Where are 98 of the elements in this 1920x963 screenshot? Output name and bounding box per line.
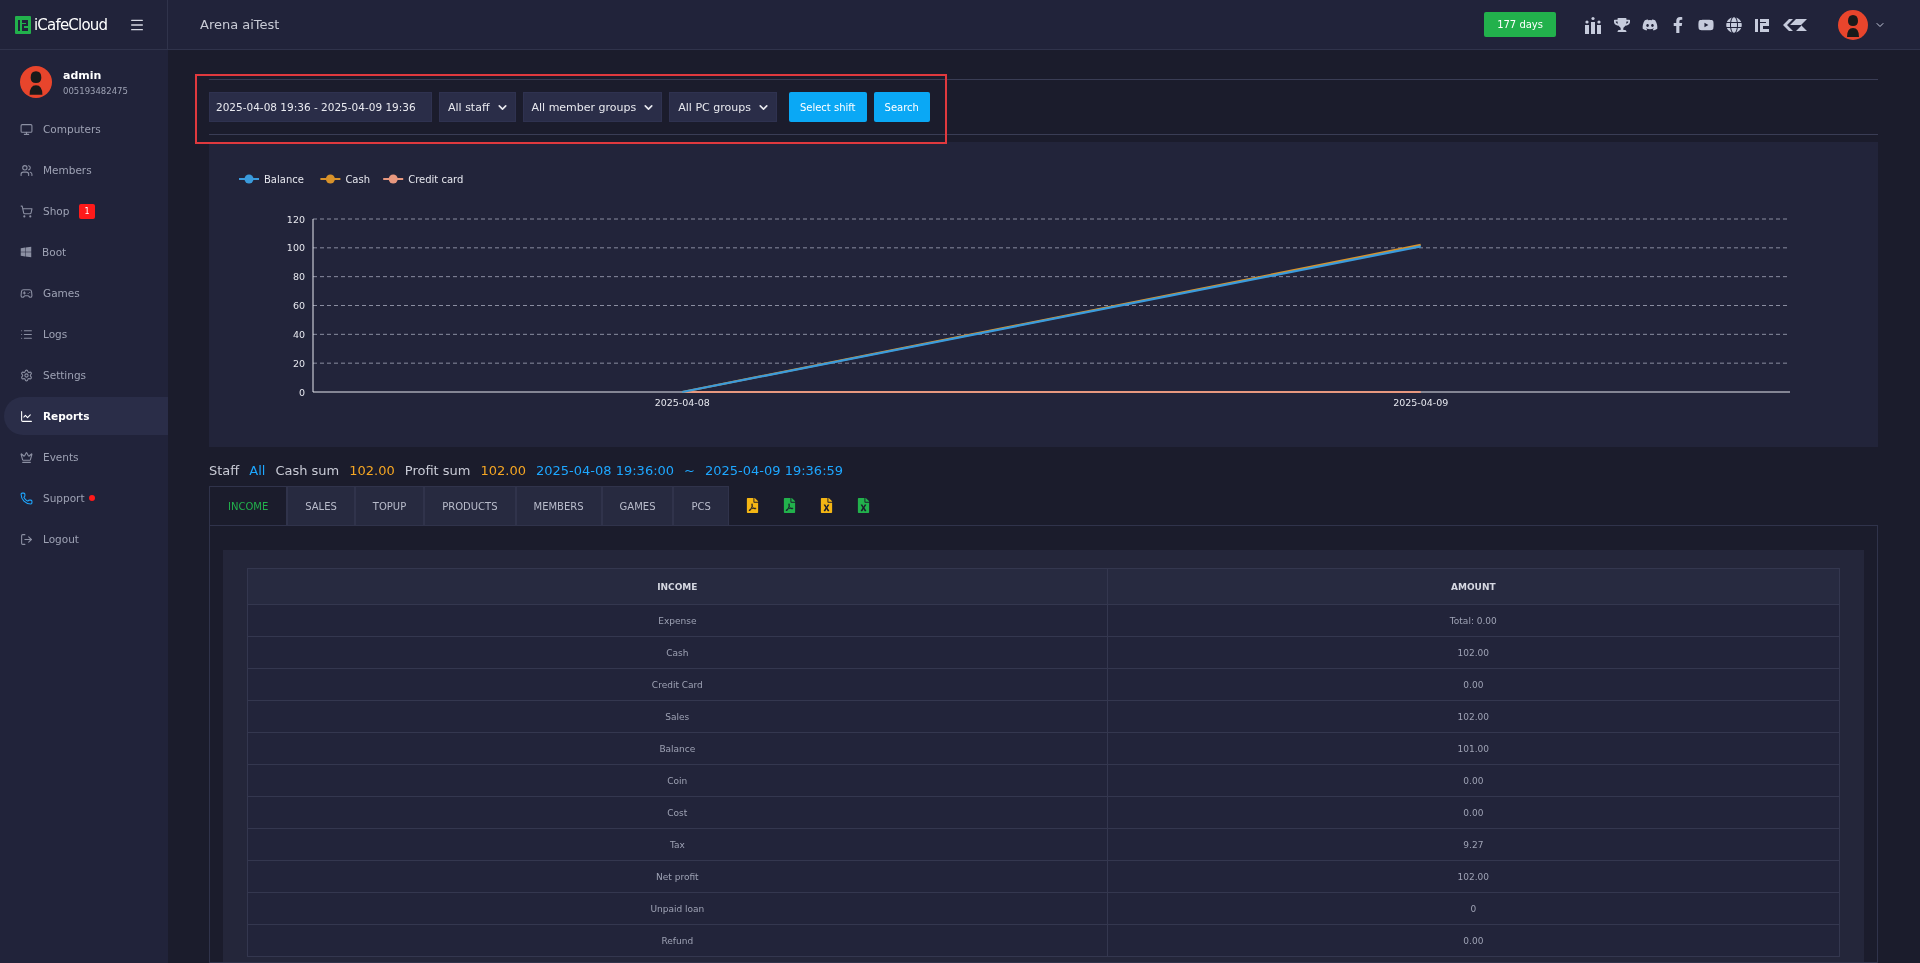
- report-tab[interactable]: TOPUP: [354, 486, 425, 525]
- sidebar-item[interactable]: Support: [4, 479, 168, 517]
- report-tab[interactable]: PRODUCTS: [424, 486, 516, 525]
- globe-icon[interactable]: [1726, 16, 1742, 33]
- pdf-icon[interactable]: [781, 498, 797, 513]
- y-tick-label: 100: [286, 242, 305, 254]
- table-cell: Cost: [247, 796, 1108, 829]
- sidebar-item[interactable]: Reports: [4, 397, 168, 435]
- license-badge: 177 days: [1484, 12, 1556, 37]
- date-range-field[interactable]: 2025-04-08 19:36 - 2025-04-09 19:36: [209, 92, 432, 122]
- report-tab[interactable]: INCOME: [209, 486, 288, 525]
- nav-icon: [20, 409, 33, 423]
- y-tick-label: 0: [298, 386, 305, 398]
- legend-label: Credit card: [408, 174, 464, 185]
- table-cell: 0.00: [1107, 924, 1840, 957]
- chevrons-icon[interactable]: [1782, 17, 1808, 32]
- user-id: 005193482475: [63, 85, 128, 96]
- y-tick-label: 120: [286, 213, 305, 225]
- table-cell: 102.00: [1107, 636, 1840, 669]
- table-cell: 0.00: [1107, 764, 1840, 797]
- legend-label: Balance: [264, 174, 304, 185]
- nav-icon: [20, 368, 33, 382]
- sidebar-item[interactable]: Events: [4, 438, 168, 476]
- report-tab[interactable]: MEMBERS: [515, 486, 602, 525]
- table-cell: Total: 0.00: [1107, 604, 1840, 637]
- y-tick-label: 80: [292, 271, 305, 283]
- logo-icon[interactable]: [1754, 16, 1770, 33]
- filter-dropdown[interactable]: All PC groups: [669, 92, 777, 122]
- table-cell: Unpaid loan: [247, 892, 1108, 925]
- table-cell: Tax: [247, 828, 1108, 861]
- count-badge: 1: [79, 203, 95, 219]
- table-cell: Cash: [247, 636, 1108, 669]
- sidebar-item[interactable]: Computers: [4, 110, 168, 148]
- page-title: Arena aiTest: [200, 17, 281, 32]
- table-cell: 101.00: [1107, 732, 1840, 765]
- table-cell: 102.00: [1107, 860, 1840, 893]
- avatar-icon: [1838, 9, 1868, 40]
- legend-label: Cash: [345, 174, 371, 185]
- summary-value: 102.00: [349, 463, 395, 478]
- sidebar-item[interactable]: Logout: [4, 520, 168, 558]
- column-header: INCOME: [247, 568, 1108, 605]
- table-cell: Expense: [247, 604, 1108, 637]
- x-tick-label: 2025-04-08: [654, 397, 710, 408]
- table-cell: 0.00: [1107, 668, 1840, 701]
- summary-label: Profit sum: [404, 463, 471, 478]
- sidebar-item[interactable]: Settings: [4, 356, 168, 394]
- sidebar-item[interactable]: Shop 1: [4, 192, 168, 230]
- trophy-icon[interactable]: [1614, 16, 1630, 33]
- sidebar-item[interactable]: Games: [4, 274, 168, 312]
- summary-value: 2025-04-09 19:36:59: [705, 463, 844, 478]
- summary-value: 102.00: [480, 463, 526, 478]
- sidebar-item[interactable]: Boot: [4, 233, 168, 271]
- nav-icon: [20, 450, 33, 464]
- table-cell: Refund: [247, 924, 1108, 957]
- avatar-icon: [20, 66, 52, 98]
- nav-icon: [20, 532, 33, 546]
- sidebar-item[interactable]: Members: [4, 151, 168, 189]
- excel-icon[interactable]: [855, 498, 871, 513]
- summary-value: 2025-04-08 19:36:00: [536, 463, 675, 478]
- table-cell: Net profit: [247, 860, 1108, 893]
- table-cell: Balance: [247, 732, 1108, 765]
- nav-icon: [20, 327, 33, 341]
- report-tab[interactable]: GAMES: [601, 486, 674, 525]
- legend-item[interactable]: Balance: [238, 174, 304, 185]
- legend-item[interactable]: Cash: [319, 174, 371, 185]
- excel-icon[interactable]: [818, 498, 834, 513]
- x-tick-label: 2025-04-09: [1393, 397, 1449, 408]
- summary-value: ~: [684, 463, 695, 478]
- chat-icon[interactable]: [1642, 16, 1658, 33]
- y-tick-label: 20: [292, 357, 305, 369]
- table-cell: Credit Card: [247, 668, 1108, 701]
- pdf-icon[interactable]: [744, 498, 760, 513]
- nav-icon: [20, 491, 33, 505]
- report-tab[interactable]: SALES: [287, 486, 355, 525]
- summary-label: Cash sum: [275, 463, 340, 478]
- table-cell: Sales: [247, 700, 1108, 733]
- legend-item[interactable]: Credit card: [382, 174, 464, 185]
- table-cell: 102.00: [1107, 700, 1840, 733]
- summary-label: Staff: [209, 463, 240, 478]
- filter-dropdown[interactable]: All member groups: [522, 92, 663, 122]
- table-cell: 0: [1107, 892, 1840, 925]
- table-cell: Coin: [247, 764, 1108, 797]
- nav-icon: [20, 163, 33, 177]
- summary-value: All: [249, 463, 266, 478]
- nav-icon: [20, 204, 33, 218]
- table-cell: 0.00: [1107, 796, 1840, 829]
- table-cell: 9.27: [1107, 828, 1840, 861]
- user-name: admin: [63, 68, 103, 82]
- column-header: AMOUNT: [1107, 568, 1840, 605]
- y-tick-label: 40: [292, 328, 305, 340]
- nav-icon: [20, 246, 32, 258]
- filter-dropdown[interactable]: All staff: [439, 92, 516, 122]
- y-tick-label: 60: [292, 300, 305, 311]
- sidebar-item[interactable]: Logs: [4, 315, 168, 353]
- ranking-icon[interactable]: [1584, 15, 1602, 34]
- report-tab[interactable]: PCS: [673, 486, 729, 525]
- nav-icon: [20, 286, 33, 300]
- nav-icon: [20, 122, 33, 136]
